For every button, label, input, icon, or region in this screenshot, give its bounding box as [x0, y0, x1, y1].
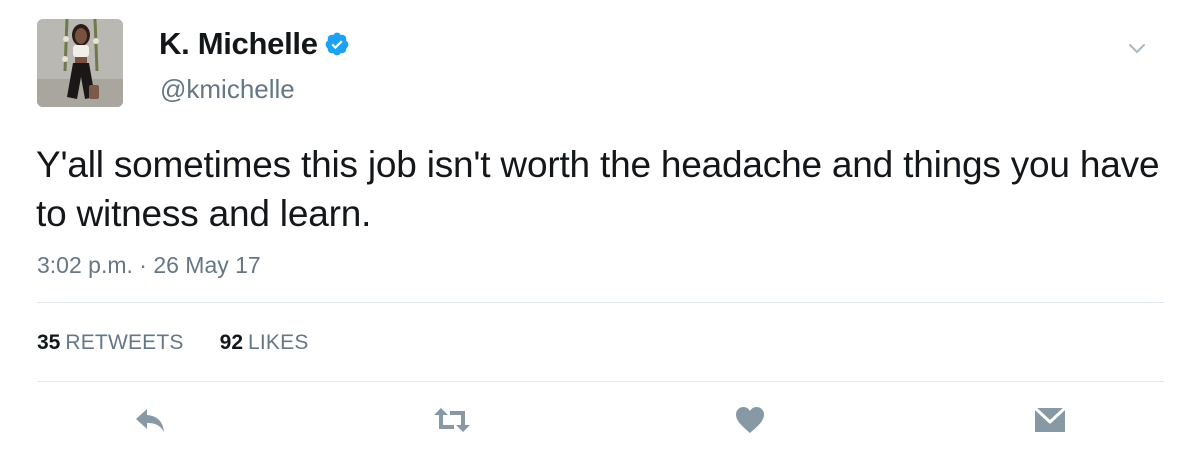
retweets-label: RETWEETS: [65, 331, 184, 354]
likes-count: 92: [219, 331, 243, 354]
tweet-stats: 35 RETWEETS 92 LIKES: [37, 331, 309, 355]
author-display-name[interactable]: K. Michelle: [159, 26, 350, 62]
likes-label: LIKES: [248, 331, 309, 354]
tweet-timestamp[interactable]: 3:02 p.m. · 26 May 17: [37, 252, 261, 279]
author-handle[interactable]: @kmichelle: [160, 74, 295, 105]
retweets-stat[interactable]: 35 RETWEETS: [37, 331, 184, 355]
retweets-count: 35: [37, 331, 61, 354]
tweet-card: K. Michelle @kmichelle Y'all sometimes t…: [0, 0, 1200, 463]
retweet-button[interactable]: [432, 402, 472, 438]
divider: [37, 302, 1164, 303]
likes-stat[interactable]: 92 LIKES: [220, 331, 309, 355]
tweet-actions: [0, 402, 1200, 442]
reply-icon: [136, 409, 164, 432]
divider: [37, 381, 1164, 382]
tweet-options-chevron-down-icon[interactable]: [1126, 38, 1148, 58]
reply-button[interactable]: [130, 402, 170, 438]
retweet-icon: [434, 408, 470, 432]
tweet-text: Y'all sometimes this job isn't worth the…: [36, 144, 1160, 234]
avatar-photo: [37, 19, 123, 107]
heart-icon: [736, 407, 764, 433]
display-name-text: K. Michelle: [159, 26, 318, 61]
direct-message-button[interactable]: [1030, 402, 1070, 438]
verified-badge-icon: [325, 32, 349, 56]
like-button[interactable]: [730, 402, 770, 438]
avatar[interactable]: [37, 19, 123, 107]
envelope-icon: [1033, 406, 1067, 432]
